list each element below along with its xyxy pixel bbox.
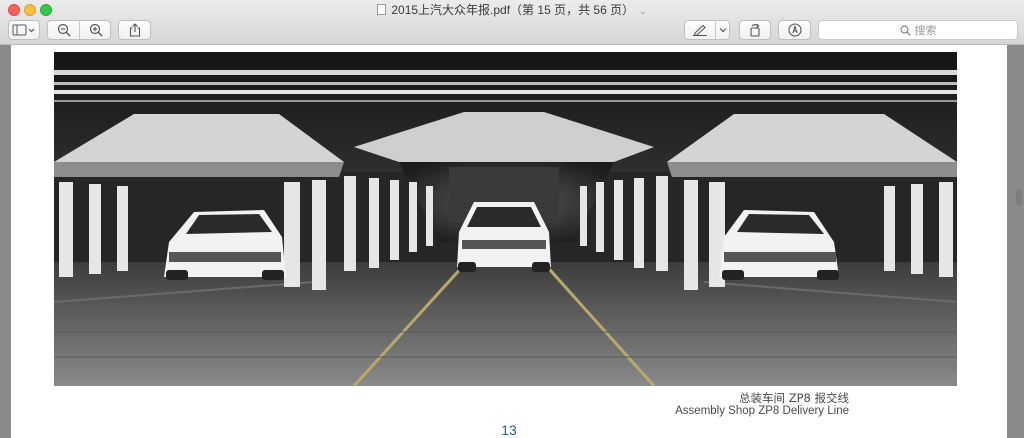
window-title[interactable]: 2015上汽大众年报.pdf（第 15 页，共 56 页） ⌄	[0, 2, 1024, 19]
chevron-down-icon	[719, 28, 727, 33]
pdf-page: 总装车间 ZP8 报交线 Assembly Shop ZP8 Delivery …	[11, 45, 1007, 438]
zoom-control	[47, 20, 111, 40]
share-button[interactable]	[118, 20, 151, 40]
rotate-icon	[750, 23, 760, 37]
search-placeholder: 搜索	[914, 25, 937, 37]
zoom-out-icon	[57, 23, 71, 37]
page-number: 13	[501, 422, 517, 438]
vertical-scrollbar-thumb[interactable]	[1016, 189, 1022, 206]
rotate-button[interactable]	[739, 20, 771, 40]
sidebar-icon	[12, 24, 35, 36]
photo-caption-english: Assembly Shop ZP8 Delivery Line	[675, 405, 849, 417]
search-icon	[899, 24, 911, 36]
zoom-in-icon	[89, 23, 102, 37]
markup-control	[684, 20, 730, 40]
pen-icon	[693, 24, 707, 36]
factory-photo-illustration	[54, 52, 957, 386]
share-icon	[129, 23, 140, 37]
pdf-document-icon	[377, 4, 387, 15]
photo-caption-chinese: 总装车间 ZP8 报交线	[739, 391, 849, 405]
title-chevron-icon[interactable]: ⌄	[639, 6, 647, 16]
assembly-line-photo	[54, 52, 957, 386]
document-viewport[interactable]: 总装车间 ZP8 报交线 Assembly Shop ZP8 Delivery …	[0, 45, 1024, 438]
window-title-text: 2015上汽大众年报.pdf（第 15 页，共 56 页）	[391, 3, 635, 17]
annotate-pen-circle-icon	[787, 23, 802, 37]
sidebar-toggle-button[interactable]	[8, 20, 40, 40]
search-field[interactable]: 搜索	[818, 20, 1018, 40]
title-bar: 2015上汽大众年报.pdf（第 15 页，共 56 页） ⌄ 搜索	[0, 0, 1024, 45]
markup-button[interactable]	[685, 21, 715, 39]
zoom-in-button[interactable]	[80, 21, 111, 39]
annotate-button[interactable]	[778, 20, 811, 40]
markup-menu-button[interactable]	[716, 21, 730, 39]
zoom-out-button[interactable]	[48, 21, 80, 39]
